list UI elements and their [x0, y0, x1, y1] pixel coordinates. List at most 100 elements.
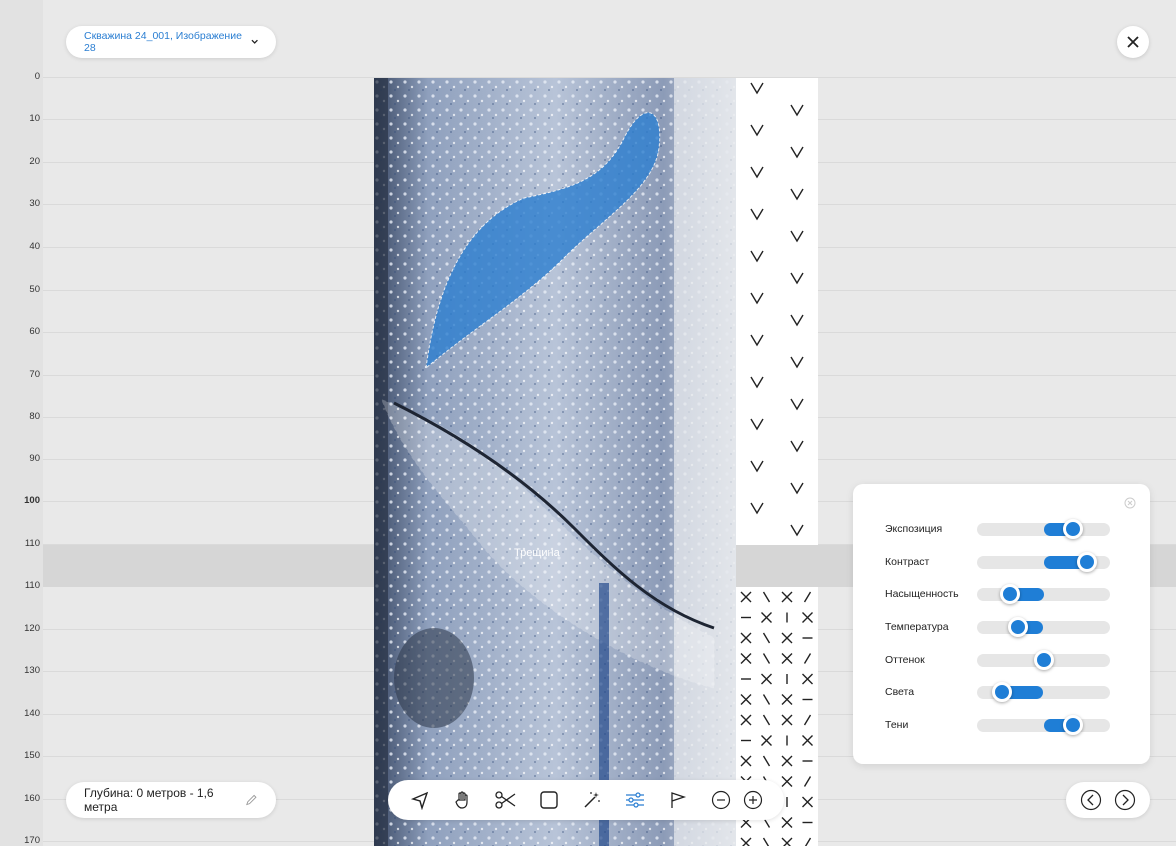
slider-label: Температура: [885, 621, 949, 633]
lithology-x-mark: [740, 653, 752, 664]
lithology-x-mark: [740, 837, 752, 846]
lithology-v-mark: [790, 440, 804, 453]
lithology-v-mark: [790, 356, 804, 369]
lithology-v-mark: [790, 524, 804, 537]
panel-close-icon[interactable]: [1124, 497, 1136, 509]
zoom-in-button[interactable]: [740, 787, 766, 813]
depth-range-label: Глубина: 0 метров - 1,6 метра: [84, 786, 214, 814]
slider-thumb[interactable]: [1062, 714, 1083, 735]
flag-tool[interactable]: [665, 787, 691, 813]
image-selector[interactable]: Скважина 24_001, Изображение 28: [66, 26, 276, 58]
image-navigation: [1066, 782, 1150, 818]
lithology-x-mark: [803, 653, 812, 664]
slider-thumb[interactable]: [1062, 518, 1083, 539]
lithology-x-mark: [803, 591, 812, 603]
lithology-x-mark: [762, 714, 771, 726]
lithology-v-mark: [750, 208, 764, 221]
lithology-x-mark: [781, 714, 793, 726]
slider-label: Контраст: [885, 556, 930, 568]
slider-track[interactable]: [977, 681, 1110, 702]
lithology-x-mark: [740, 694, 752, 705]
lithology-v-mark: [790, 188, 804, 201]
lithology-v-mark: [750, 502, 764, 515]
adjust-tool[interactable]: [622, 787, 648, 813]
ruler-tick-label: 20: [29, 156, 40, 167]
ruler-tick-label: 50: [29, 284, 40, 295]
lithology-x-mark: [802, 796, 813, 808]
adjustment-slider-row: Насыщенность: [885, 583, 1110, 604]
zoom-out-button[interactable]: [708, 787, 734, 813]
scissors-icon: [494, 791, 515, 809]
slider-track[interactable]: [977, 649, 1110, 670]
depth-ruler: [0, 0, 43, 846]
lithology-v-mark: [750, 460, 764, 473]
ruler-tick-label: 120: [24, 623, 40, 634]
slider-label: Экспозиция: [885, 523, 943, 535]
lithology-v-mark: [790, 272, 804, 285]
lithology-x-mark: [781, 837, 793, 846]
lithology-column-top: [736, 78, 818, 545]
slider-track[interactable]: [977, 551, 1110, 572]
ruler-tick-label: 110: [24, 538, 40, 549]
pointer-tool[interactable]: [407, 787, 433, 813]
core-sample-image[interactable]: [374, 78, 736, 846]
slider-label: Насыщенность: [885, 588, 959, 600]
next-button[interactable]: [1114, 789, 1136, 811]
lithology-x-mark: [802, 735, 813, 746]
lithology-x-mark: [781, 653, 793, 664]
close-button[interactable]: [1117, 26, 1149, 58]
previous-button[interactable]: [1080, 789, 1102, 811]
lithology-x-mark: [781, 755, 793, 767]
zoom-controls: [708, 787, 766, 813]
magic-wand-tool[interactable]: [579, 787, 605, 813]
lithology-x-mark: [761, 612, 772, 623]
lithology-x-mark: [781, 591, 793, 603]
lithology-x-mark: [740, 632, 752, 644]
slider-track[interactable]: [977, 518, 1110, 539]
tool-bar: [388, 780, 784, 820]
pencil-icon[interactable]: [245, 793, 258, 807]
slider-thumb[interactable]: [1077, 551, 1098, 572]
rectangle-tool[interactable]: [536, 787, 562, 813]
depth-range[interactable]: Глубина: 0 метров - 1,6 метра: [66, 782, 276, 818]
ruler-tick-label: 30: [29, 198, 40, 209]
lithology-v-mark: [790, 398, 804, 411]
ruler-tick-label: 110: [24, 580, 40, 591]
lithology-x-mark: [740, 591, 752, 603]
flag-icon: [670, 792, 686, 808]
lithology-x-mark: [762, 694, 771, 705]
slider-track[interactable]: [977, 583, 1110, 604]
adjustment-slider-row: Света: [885, 681, 1110, 702]
hand-tool[interactable]: [450, 787, 476, 813]
lithology-v-mark: [750, 376, 764, 389]
ruler-tick-label: 80: [29, 411, 40, 422]
scissors-tool[interactable]: [493, 787, 519, 813]
slider-thumb[interactable]: [992, 681, 1013, 702]
ruler-tick-label: 40: [29, 241, 40, 252]
lithology-x-mark: [781, 694, 793, 705]
lithology-x-mark: [762, 653, 771, 664]
lithology-x-mark: [781, 632, 793, 644]
ruler-tick-label: 0: [34, 71, 40, 82]
slider-thumb[interactable]: [1008, 616, 1029, 637]
lithology-v-mark: [750, 292, 764, 305]
lithology-v-mark: [750, 250, 764, 263]
lithology-v-mark: [750, 334, 764, 347]
crack-annotation-label[interactable]: Трещина: [514, 547, 560, 559]
slider-label: Тени: [885, 719, 909, 731]
lithology-v-mark: [750, 166, 764, 179]
slider-track[interactable]: [977, 714, 1110, 735]
slider-track[interactable]: [977, 616, 1110, 637]
lithology-x-mark: [762, 837, 770, 846]
close-icon: [1127, 36, 1139, 48]
ruler-tick-label: 130: [24, 665, 40, 676]
slider-thumb[interactable]: [1033, 649, 1054, 670]
lithology-x-mark: [803, 776, 812, 787]
lithology-x-mark: [802, 673, 813, 685]
slider-thumb[interactable]: [1000, 583, 1021, 604]
lithology-x-mark: [762, 632, 771, 644]
lithology-x-mark: [762, 755, 771, 767]
pointer-icon: [410, 791, 428, 810]
ruler-tick-label: 60: [29, 326, 40, 337]
lithology-v-mark: [750, 418, 764, 431]
